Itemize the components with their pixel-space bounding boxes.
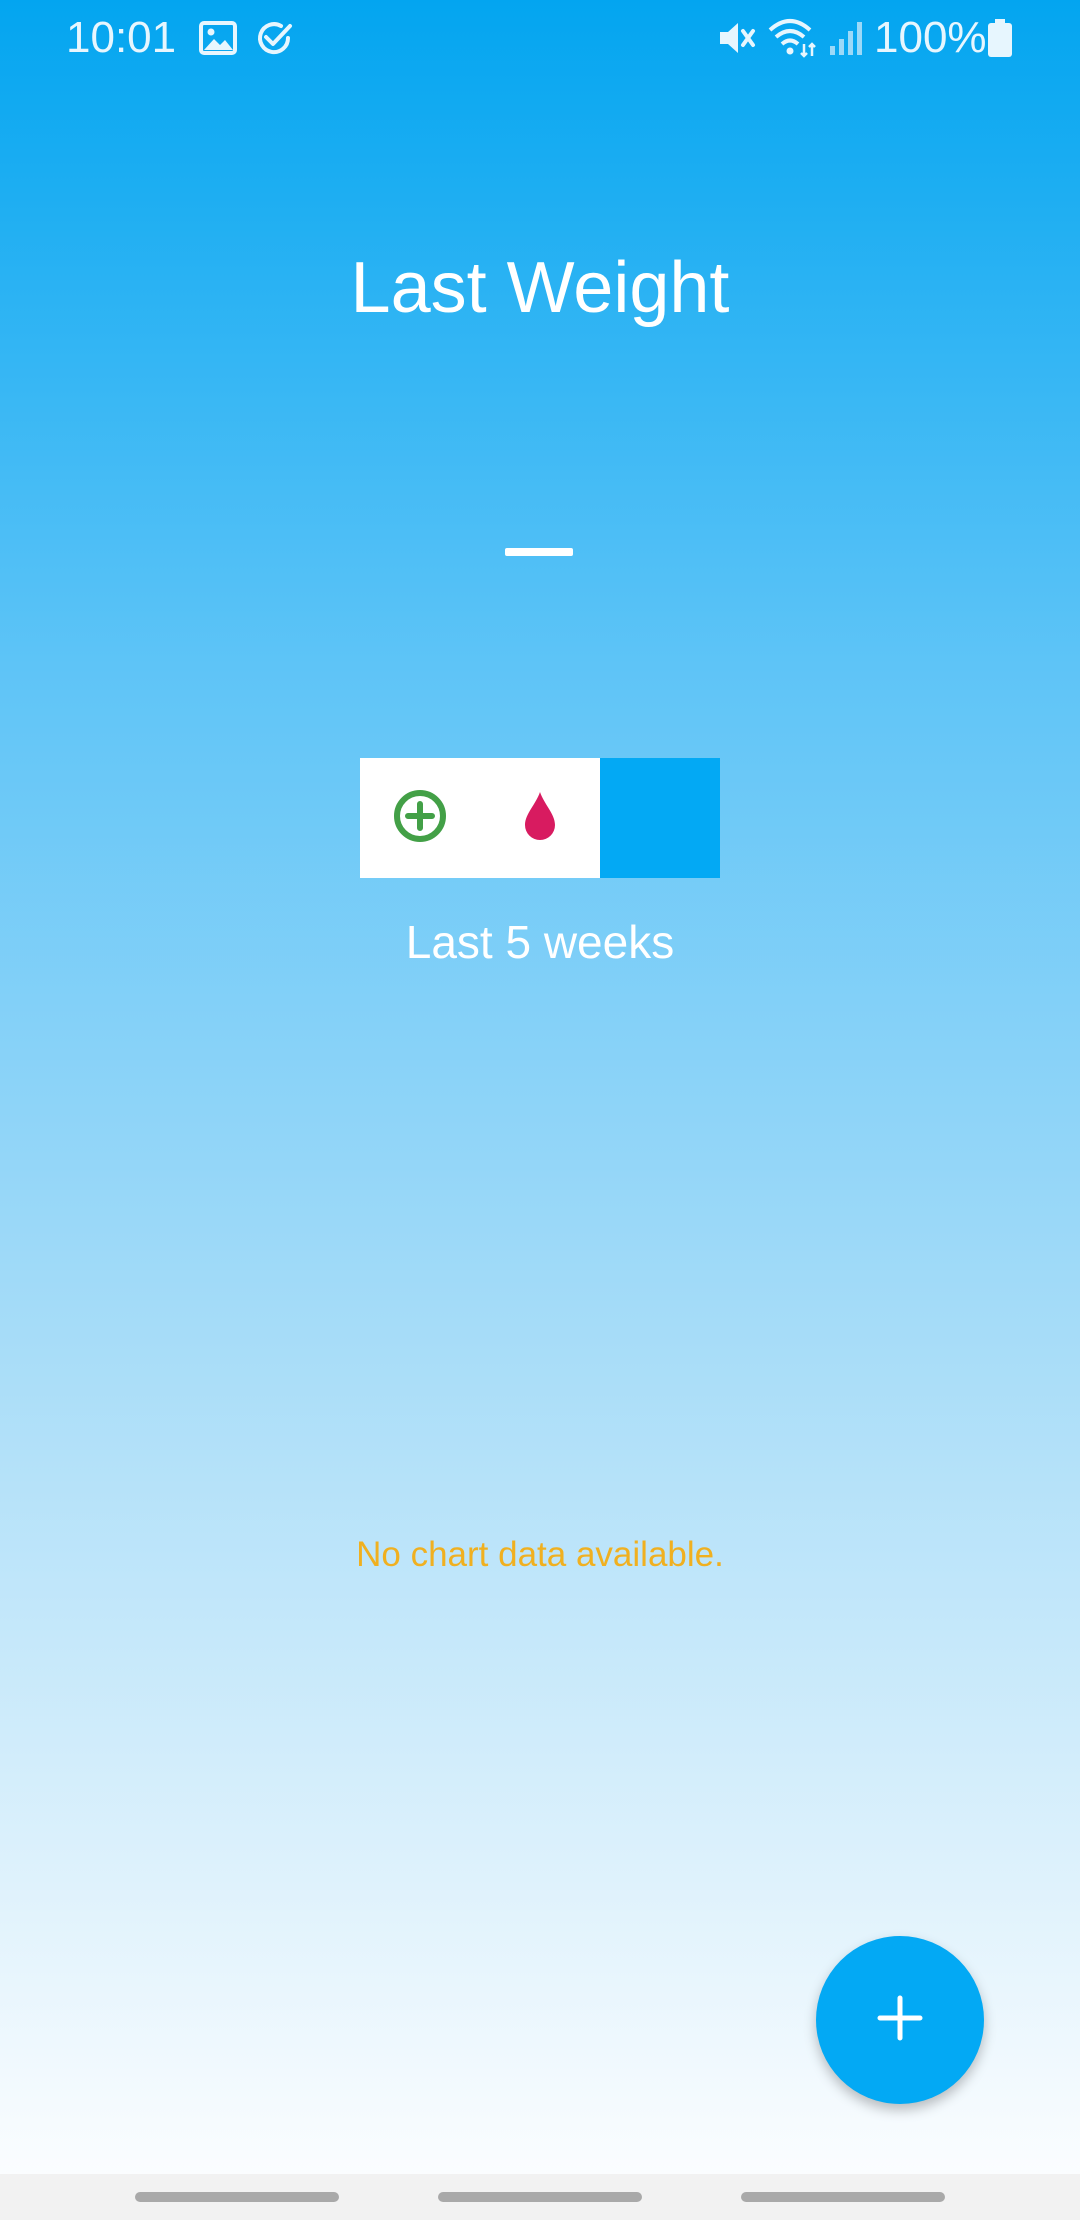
check-circle-icon <box>254 18 294 58</box>
add-entry-button[interactable] <box>816 1936 984 2104</box>
signal-icon <box>826 18 866 58</box>
blood-drop-tab[interactable] <box>480 758 600 878</box>
plus-icon <box>875 1993 925 2048</box>
status-bar: 10:01 100% <box>0 0 1080 76</box>
drop-icon <box>522 790 558 847</box>
gallery-icon <box>198 18 238 58</box>
battery-percent: 100% <box>874 13 987 62</box>
period-label: Last 5 weeks <box>405 916 675 968</box>
metric-toggle <box>360 758 720 878</box>
selected-segment[interactable] <box>600 758 720 878</box>
page-title: Last Weight <box>350 248 730 328</box>
chart-empty-message: No chart data available. <box>356 1535 724 1574</box>
last-weight-value-placeholder <box>505 548 573 556</box>
mute-icon <box>716 18 756 58</box>
nav-recents-button[interactable] <box>135 2192 339 2202</box>
wifi-icon <box>768 18 816 58</box>
plus-circle-icon <box>393 789 447 848</box>
nav-home-button[interactable] <box>438 2192 642 2202</box>
navigation-bar <box>0 2174 1080 2220</box>
nav-back-button[interactable] <box>741 2192 945 2202</box>
weight-screen: 10:01 100% Last Weight Last 5 weeks No c… <box>0 0 1080 2220</box>
battery-icon <box>986 18 1014 58</box>
status-time: 10:01 <box>66 13 177 62</box>
add-weight-tab[interactable] <box>360 758 480 878</box>
